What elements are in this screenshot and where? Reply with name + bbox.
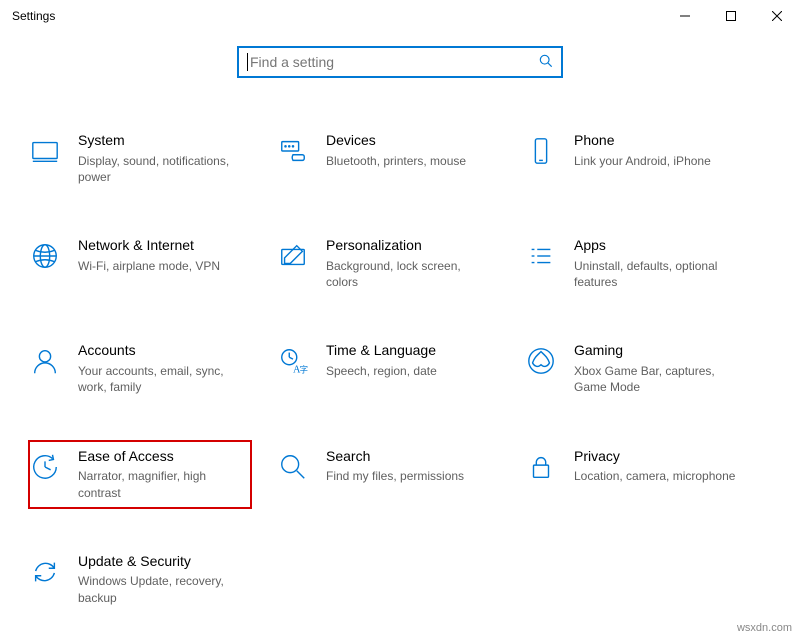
privacy-icon: [524, 450, 558, 484]
tile-text: Phone Link your Android, iPhone: [574, 132, 711, 169]
tile-apps[interactable]: Apps Uninstall, defaults, optional featu…: [524, 229, 772, 298]
tile-text: Devices Bluetooth, printers, mouse: [326, 132, 466, 169]
update-security-icon: [28, 555, 62, 589]
text-caret: [247, 53, 248, 71]
tile-title: Personalization: [326, 237, 494, 254]
close-button[interactable]: [754, 0, 800, 32]
tile-desc: Wi-Fi, airplane mode, VPN: [78, 258, 220, 274]
search-category-icon: [276, 450, 310, 484]
tile-devices[interactable]: Devices Bluetooth, printers, mouse: [276, 124, 524, 193]
window-controls: [662, 0, 800, 32]
tile-desc: Speech, region, date: [326, 363, 437, 379]
minimize-icon: [680, 11, 690, 21]
tile-title: Accounts: [78, 342, 246, 359]
tile-search[interactable]: Search Find my files, permissions: [276, 440, 524, 509]
tile-desc: Find my files, permissions: [326, 468, 464, 484]
tile-update-security[interactable]: Update & Security Windows Update, recove…: [28, 545, 276, 614]
tile-title: Network & Internet: [78, 237, 220, 254]
tile-text: Gaming Xbox Game Bar, captures, Game Mod…: [574, 342, 742, 395]
search-container: [0, 46, 800, 78]
svg-text:字: 字: [300, 365, 308, 375]
search-icon: [539, 54, 553, 71]
tile-text: Network & Internet Wi-Fi, airplane mode,…: [78, 237, 220, 274]
ease-of-access-icon: [28, 450, 62, 484]
tile-title: Ease of Access: [78, 448, 246, 465]
tile-text: Personalization Background, lock screen,…: [326, 237, 494, 290]
gaming-icon: [524, 344, 558, 378]
tile-text: Time & Language Speech, region, date: [326, 342, 437, 379]
tile-desc: Bluetooth, printers, mouse: [326, 153, 466, 169]
phone-icon: [524, 134, 558, 168]
tile-system[interactable]: System Display, sound, notifications, po…: [28, 124, 276, 193]
tile-title: Search: [326, 448, 464, 465]
tile-network[interactable]: Network & Internet Wi-Fi, airplane mode,…: [28, 229, 276, 298]
search-box[interactable]: [237, 46, 563, 78]
tile-desc: Narrator, magnifier, high contrast: [78, 468, 246, 500]
tile-text: Apps Uninstall, defaults, optional featu…: [574, 237, 742, 290]
tile-desc: Location, camera, microphone: [574, 468, 735, 484]
titlebar: Settings: [0, 0, 800, 32]
tile-text: Ease of Access Narrator, magnifier, high…: [78, 448, 246, 501]
tile-desc: Background, lock screen, colors: [326, 258, 494, 290]
tile-desc: Your accounts, email, sync, work, family: [78, 363, 246, 395]
tile-desc: Uninstall, defaults, optional features: [574, 258, 742, 290]
tile-desc: Link your Android, iPhone: [574, 153, 711, 169]
maximize-icon: [726, 11, 736, 21]
tile-text: Search Find my files, permissions: [326, 448, 464, 485]
devices-icon: [276, 134, 310, 168]
tile-personalization[interactable]: Personalization Background, lock screen,…: [276, 229, 524, 298]
tile-title: Devices: [326, 132, 466, 149]
tile-text: Accounts Your accounts, email, sync, wor…: [78, 342, 246, 395]
tile-text: System Display, sound, notifications, po…: [78, 132, 246, 185]
tile-ease-of-access[interactable]: Ease of Access Narrator, magnifier, high…: [28, 440, 252, 509]
tile-desc: Windows Update, recovery, backup: [78, 573, 246, 605]
settings-grid: System Display, sound, notifications, po…: [0, 124, 800, 614]
tile-desc: Xbox Game Bar, captures, Game Mode: [574, 363, 742, 395]
tile-desc: Display, sound, notifications, power: [78, 153, 246, 185]
tile-title: Time & Language: [326, 342, 437, 359]
network-icon: [28, 239, 62, 273]
attribution-text: wsxdn.com: [737, 622, 792, 634]
tile-title: Phone: [574, 132, 711, 149]
accounts-icon: [28, 344, 62, 378]
tile-phone[interactable]: Phone Link your Android, iPhone: [524, 124, 772, 193]
tile-gaming[interactable]: Gaming Xbox Game Bar, captures, Game Mod…: [524, 334, 772, 403]
tile-privacy[interactable]: Privacy Location, camera, microphone: [524, 440, 772, 509]
system-icon: [28, 134, 62, 168]
tile-title: Apps: [574, 237, 742, 254]
tile-text: Privacy Location, camera, microphone: [574, 448, 735, 485]
tile-time-language[interactable]: A字 Time & Language Speech, region, date: [276, 334, 524, 403]
tile-accounts[interactable]: Accounts Your accounts, email, sync, wor…: [28, 334, 276, 403]
personalization-icon: [276, 239, 310, 273]
window-title: Settings: [12, 9, 55, 23]
tile-title: System: [78, 132, 246, 149]
maximize-button[interactable]: [708, 0, 754, 32]
tile-title: Gaming: [574, 342, 742, 359]
close-icon: [772, 11, 782, 21]
minimize-button[interactable]: [662, 0, 708, 32]
tile-title: Update & Security: [78, 553, 246, 570]
tile-text: Update & Security Windows Update, recove…: [78, 553, 246, 606]
search-input[interactable]: [250, 54, 539, 70]
tile-title: Privacy: [574, 448, 735, 465]
apps-icon: [524, 239, 558, 273]
time-language-icon: A字: [276, 344, 310, 378]
